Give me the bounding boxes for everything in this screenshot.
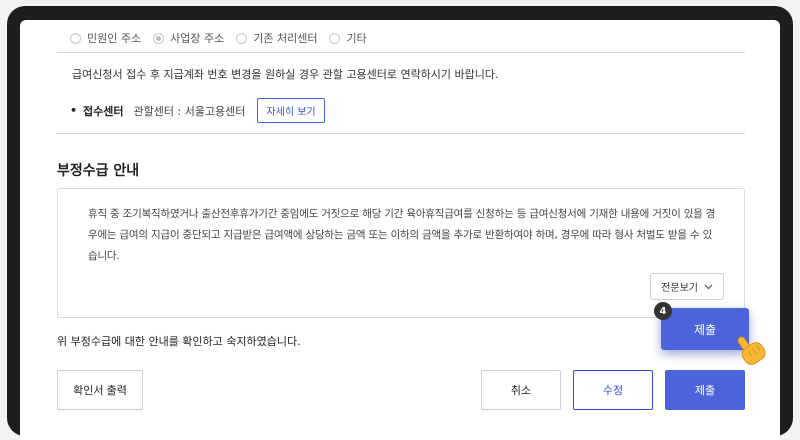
full-text-button[interactable]: 전문보기: [650, 273, 724, 300]
chevron-down-icon: [704, 284, 713, 289]
radio-circle[interactable]: [70, 32, 81, 44]
divider: [57, 133, 745, 134]
print-confirmation-button[interactable]: 확인서 출력: [57, 370, 143, 410]
divider: [57, 52, 745, 53]
fraud-info-box: 휴직 중 조기복직하였거나 출산전후휴가기간 중임에도 거짓으로 해당 기간 육…: [57, 188, 745, 318]
submit-button[interactable]: 제출: [665, 370, 745, 410]
full-text-label: 전문보기: [661, 283, 698, 294]
radio-option-applicant-address[interactable]: 민원인 주소: [70, 30, 141, 46]
radio-option-workplace-address[interactable]: 사업장 주소: [153, 30, 224, 46]
reception-center-value: 관할센터 : 서울고용센터: [133, 104, 246, 118]
radio-label: 민원인 주소: [87, 32, 142, 45]
view-details-button[interactable]: 자세히 보기: [257, 98, 325, 123]
bullet: •: [70, 104, 78, 117]
section-title-fraud: 부정수급 안내: [57, 163, 140, 179]
reception-center-label: 접수센터: [83, 104, 124, 118]
account-change-notice: 급여신청서 접수 후 지급계좌 번호 변경을 원하실 경우 관할 고용센터로 연…: [72, 68, 499, 81]
radio-label: 기타: [346, 32, 367, 45]
radio-circle-checked[interactable]: [153, 32, 165, 44]
edit-button[interactable]: 수정: [573, 370, 653, 410]
screen: 민원인 주소 사업장 주소 기존 처리센터 기타 급여신청서 접수 후 지급계좌…: [20, 20, 780, 440]
pointing-hand-icon: [737, 336, 766, 365]
radio-label: 기존 처리센터: [253, 32, 318, 45]
radio-circle[interactable]: [329, 32, 341, 44]
radio-option-existing-center[interactable]: 기존 처리센터: [236, 30, 317, 46]
fraud-info-text: 휴직 중 조기복직하였거나 출산전후휴가기간 중임에도 거짓으로 해당 기간 육…: [88, 208, 716, 262]
step-number-badge: 4: [654, 302, 672, 320]
cancel-button[interactable]: 취소: [481, 370, 561, 410]
confirmation-statement: 위 부정수급에 대한 안내를 확인하고 숙지하였습니다.: [57, 335, 301, 348]
reception-center-row: • 접수센터 관할센터 : 서울고용센터 자세히 보기: [70, 98, 325, 123]
radio-circle[interactable]: [236, 32, 248, 44]
address-radio-group: 민원인 주소 사업장 주소 기존 처리센터 기타: [70, 30, 367, 46]
radio-label: 사업장 주소: [170, 32, 225, 45]
radio-option-other[interactable]: 기타: [329, 30, 367, 46]
